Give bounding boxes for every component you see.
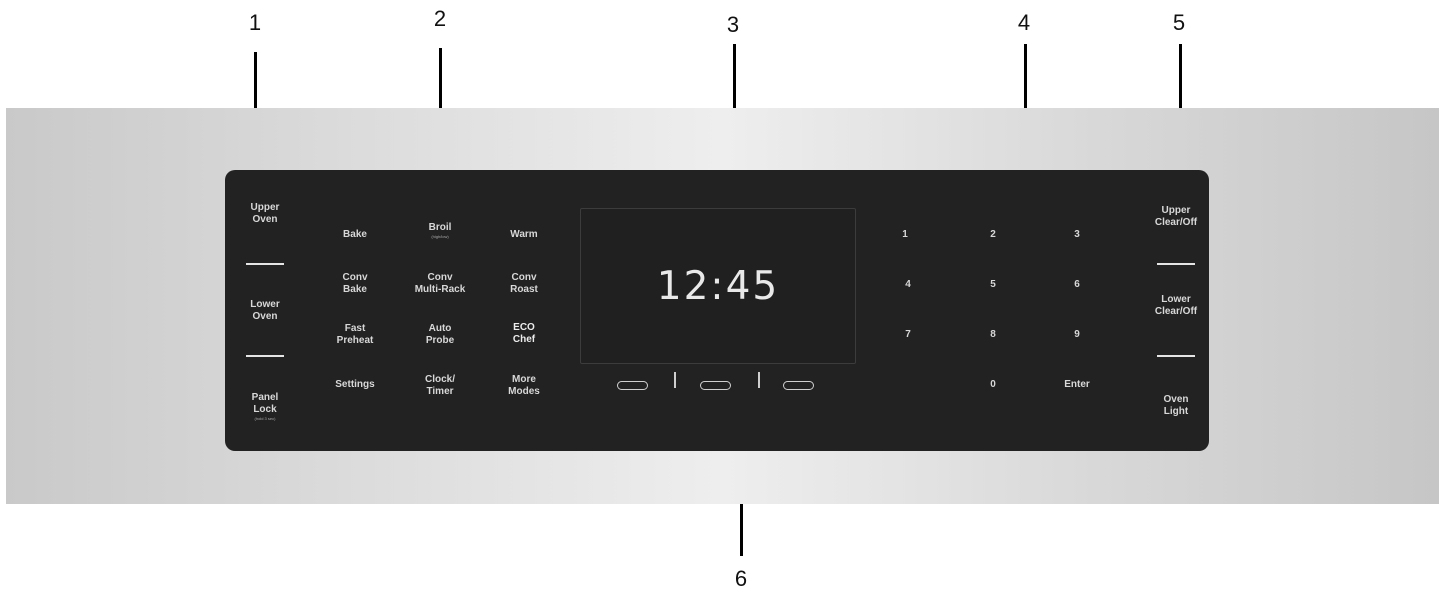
broil-label: Broil — [428, 222, 452, 233]
more-modes-label-2: Modes — [508, 386, 540, 397]
soft-key-center[interactable] — [700, 381, 731, 390]
keypad-enter[interactable]: Enter — [1057, 379, 1097, 391]
keypad-0[interactable]: 0 — [978, 379, 1008, 391]
upper-clear-off-button[interactable]: Upper Clear/Off — [1149, 205, 1203, 229]
upper-oven-label-1: Upper — [250, 202, 280, 213]
keypad-4[interactable]: 4 — [893, 279, 923, 291]
conv-bake-label-2: Bake — [343, 284, 367, 295]
upper-oven-button[interactable]: Upper Oven — [243, 202, 287, 226]
conv-multi-rack-button[interactable]: Conv Multi-Rack — [405, 272, 475, 296]
lower-oven-button[interactable]: Lower Oven — [243, 299, 287, 323]
soft-key-separator-2 — [758, 372, 760, 388]
broil-button[interactable]: Broil (high/low) — [410, 222, 470, 240]
conv-multi-rack-label-2: Multi-Rack — [414, 284, 466, 295]
callout-2: 2 — [433, 6, 447, 31]
callout-4: 4 — [1017, 10, 1031, 35]
settings-button[interactable]: Settings — [325, 379, 385, 391]
panel-lock-label-2: Lock — [253, 404, 277, 415]
fast-preheat-button[interactable]: Fast Preheat — [325, 323, 385, 347]
callout-5: 5 — [1172, 10, 1186, 35]
panel-lock-button[interactable]: Panel Lock (hold 3 sec) — [239, 392, 291, 422]
eco-chef-label-2: Chef — [512, 334, 536, 345]
upper-clear-label-1: Upper — [1161, 205, 1191, 216]
bake-button[interactable]: Bake — [325, 229, 385, 241]
control-panel: Upper Oven Lower Oven Panel Lock (hold 3… — [225, 170, 1209, 451]
clock-readout: 12:45 — [656, 264, 780, 309]
conv-bake-label-1: Conv — [342, 272, 368, 283]
right-divider-2 — [1157, 355, 1195, 357]
keypad-2[interactable]: 2 — [978, 229, 1008, 241]
keypad-9[interactable]: 9 — [1062, 329, 1092, 341]
soft-key-right[interactable] — [783, 381, 814, 390]
conv-roast-label-1: Conv — [511, 272, 537, 283]
lower-clear-label-1: Lower — [1161, 294, 1191, 305]
broil-hint: (high/low) — [431, 234, 449, 239]
settings-label: Settings — [335, 379, 375, 390]
auto-probe-label-1: Auto — [428, 323, 452, 334]
conv-multi-rack-label-1: Conv — [427, 272, 453, 283]
conv-roast-label-2: Roast — [510, 284, 538, 295]
lower-oven-label-2: Oven — [252, 311, 278, 322]
upper-oven-label-2: Oven — [252, 214, 278, 225]
panel-lock-hint: (hold 3 sec) — [254, 416, 276, 421]
left-divider-1 — [246, 263, 284, 265]
upper-clear-label-2: Clear/Off — [1154, 217, 1198, 228]
keypad-5[interactable]: 5 — [978, 279, 1008, 291]
auto-probe-label-2: Probe — [425, 335, 455, 346]
callout-1: 1 — [248, 10, 262, 35]
lcd-display: 12:45 — [580, 208, 856, 364]
bake-label: Bake — [343, 229, 367, 240]
lower-clear-label-2: Clear/Off — [1154, 306, 1198, 317]
left-divider-2 — [246, 355, 284, 357]
warm-button[interactable]: Warm — [494, 229, 554, 241]
clock-timer-button[interactable]: Clock/ Timer — [410, 374, 470, 398]
lower-oven-label-1: Lower — [250, 299, 280, 310]
clock-timer-label-1: Clock/ — [424, 374, 455, 385]
keypad-3[interactable]: 3 — [1062, 229, 1092, 241]
callout-6: 6 — [734, 566, 748, 591]
warm-label: Warm — [510, 229, 538, 240]
eco-chef-label-1: ECO — [513, 322, 535, 333]
soft-key-left[interactable] — [617, 381, 648, 390]
oven-light-label-1: Oven — [1163, 394, 1189, 405]
keypad-7[interactable]: 7 — [893, 329, 923, 341]
callout-3: 3 — [726, 12, 740, 37]
keypad-8[interactable]: 8 — [978, 329, 1008, 341]
more-modes-label-1: More — [512, 374, 536, 385]
keypad-1[interactable]: 1 — [890, 229, 920, 241]
clock-timer-label-2: Timer — [426, 386, 454, 397]
panel-lock-label-1: Panel — [251, 392, 279, 403]
right-divider-1 — [1157, 263, 1195, 265]
auto-probe-button[interactable]: Auto Probe — [410, 323, 470, 347]
soft-key-separator-1 — [674, 372, 676, 388]
more-modes-button[interactable]: More Modes — [494, 374, 554, 398]
conv-roast-button[interactable]: Conv Roast — [494, 272, 554, 296]
eco-chef-button[interactable]: ECO Chef — [494, 322, 554, 346]
fast-preheat-label-1: Fast — [344, 323, 366, 334]
conv-bake-button[interactable]: Conv Bake — [325, 272, 385, 296]
oven-light-label-2: Light — [1163, 406, 1189, 417]
fast-preheat-label-2: Preheat — [336, 335, 374, 346]
lower-clear-off-button[interactable]: Lower Clear/Off — [1149, 294, 1203, 318]
keypad-6[interactable]: 6 — [1062, 279, 1092, 291]
oven-light-button[interactable]: Oven Light — [1149, 394, 1203, 418]
